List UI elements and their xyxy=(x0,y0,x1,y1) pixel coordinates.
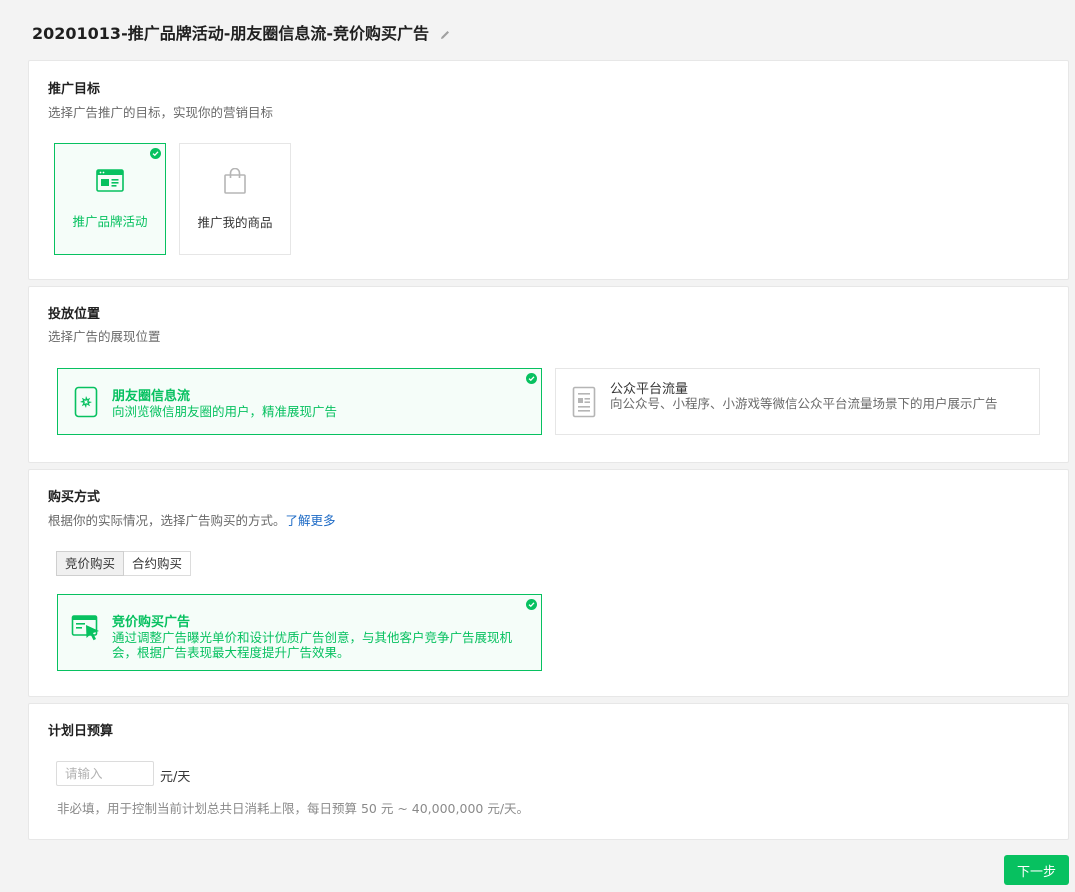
shopping-bag-icon xyxy=(223,167,247,198)
page-title: 20201013-推广品牌活动-朋友圈信息流-竞价购买广告 xyxy=(32,20,451,44)
checked-icon xyxy=(150,148,161,159)
goal-option-product[interactable]: 推广我的商品 xyxy=(179,143,291,255)
section-description: 根据你的实际情况，选择广告购买的方式。了解更多 xyxy=(48,510,336,529)
section-title: 计划日预算 xyxy=(48,724,114,739)
budget-section: 计划日预算 元/天 非必填，用于控制当前计划总共日消耗上限，每日预算 50 元 … xyxy=(28,703,1069,840)
option-description: 通过调整广告曝光单价和设计优质广告创意，与其他客户竞争广告展现机会，根据广告表现… xyxy=(112,630,513,660)
option-title: 竞价购买广告 xyxy=(112,615,191,630)
budget-unit: 元/天 xyxy=(160,770,191,785)
option-description: 向公众号、小程序、小游戏等微信公众平台流量场景下的用户展示广告 xyxy=(610,396,998,411)
daily-budget-input[interactable] xyxy=(56,761,154,786)
section-description: 选择广告的展现位置 xyxy=(48,329,161,344)
checked-icon xyxy=(526,373,537,384)
checked-icon xyxy=(526,599,537,610)
option-description: 向浏览微信朋友圈的用户，精准展现广告 xyxy=(112,404,338,419)
purchase-tabs: 竞价购买 合约购买 xyxy=(56,551,192,576)
goal-option-label: 推广品牌活动 xyxy=(72,213,148,229)
next-step-button[interactable]: 下一步 xyxy=(1004,855,1069,885)
option-title: 公众平台流量 xyxy=(610,382,689,397)
section-title: 购买方式 xyxy=(48,490,101,505)
goal-section: 推广目标 选择广告推广的目标，实现你的营销目标 推广品牌活动 推广我的商品 xyxy=(28,60,1069,280)
article-page-icon xyxy=(572,386,596,422)
browser-window-icon xyxy=(96,168,124,197)
goal-option-label: 推广我的商品 xyxy=(197,214,273,230)
tab-bidding[interactable]: 竞价购买 xyxy=(56,551,125,576)
tab-contract[interactable]: 合约购买 xyxy=(124,551,192,576)
learn-more-link[interactable]: 了解更多 xyxy=(286,513,336,528)
placement-section: 投放位置 选择广告的展现位置 朋友圈信息流 向浏览微信朋友圈的用户，精准展现广告… xyxy=(28,286,1069,463)
goal-option-brand[interactable]: 推广品牌活动 xyxy=(54,143,166,255)
placement-option-official-accounts[interactable]: 公众平台流量 向公众号、小程序、小游戏等微信公众平台流量场景下的用户展示广告 xyxy=(555,368,1040,435)
option-title: 朋友圈信息流 xyxy=(112,389,191,404)
description-text: 根据你的实际情况，选择广告购买的方式。 xyxy=(48,513,286,528)
purchase-section: 购买方式 根据你的实际情况，选择广告购买的方式。了解更多 竞价购买 合约购买 竞… xyxy=(28,469,1069,697)
budget-hint: 非必填，用于控制当前计划总共日消耗上限，每日预算 50 元 ~ 40,000,0… xyxy=(57,801,530,816)
purchase-option-bidding[interactable]: 竞价购买广告 通过调整广告曝光单价和设计优质广告创意，与其他客户竞争广告展现机会… xyxy=(57,594,542,671)
pencil-icon[interactable] xyxy=(439,26,451,39)
moments-icon xyxy=(74,386,98,422)
bid-cursor-icon xyxy=(71,614,103,646)
campaign-name: 20201013-推广品牌活动-朋友圈信息流-竞价购买广告 xyxy=(32,24,429,43)
section-title: 推广目标 xyxy=(48,82,101,97)
section-title: 投放位置 xyxy=(48,307,101,322)
section-description: 选择广告推广的目标，实现你的营销目标 xyxy=(48,105,274,120)
placement-option-moments[interactable]: 朋友圈信息流 向浏览微信朋友圈的用户，精准展现广告 xyxy=(57,368,542,435)
